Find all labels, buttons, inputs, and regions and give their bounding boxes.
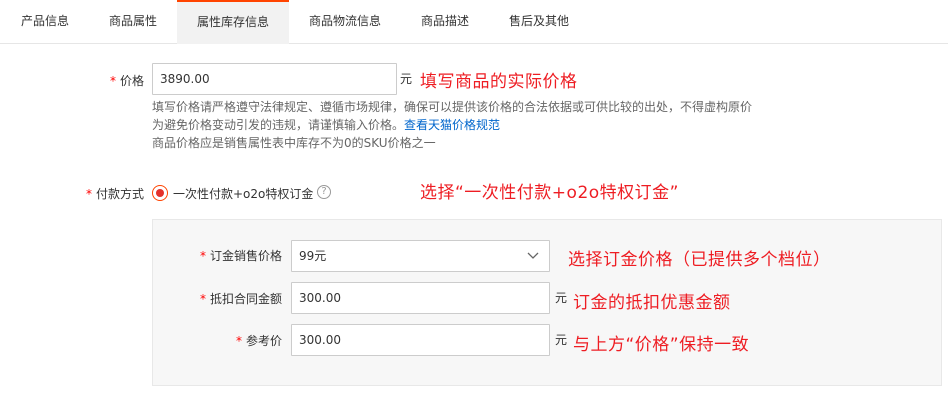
deposit-price-select[interactable]: 99元	[291, 240, 550, 272]
required-mark: *	[109, 74, 116, 88]
payment-method-label: * 付款方式	[85, 187, 144, 201]
reference-price-unit: 元	[555, 333, 568, 347]
price-input[interactable]: 3890.00	[152, 63, 397, 95]
payment-option-label[interactable]: 一次性付款+o2o特权订金	[173, 185, 313, 202]
reference-price-annotation: 与上方“价格”保持一致	[573, 335, 750, 355]
tab-after-sales[interactable]: 售后及其他	[489, 0, 589, 43]
chevron-down-icon	[527, 241, 539, 282]
required-mark: *	[235, 334, 242, 348]
payment-radio[interactable]	[152, 185, 168, 201]
tab-attribute-inventory[interactable]: 属性库存信息	[177, 0, 289, 44]
price-annotation: 填写商品的实际价格	[420, 72, 578, 92]
required-mark: *	[199, 292, 206, 306]
deposit-price-label: * 订金销售价格	[199, 249, 282, 263]
contract-amount-input[interactable]: 300.00	[291, 282, 550, 314]
contract-amount-annotation: 订金的抵扣优惠金额	[573, 293, 731, 313]
tab-product-info[interactable]: 产品信息	[0, 0, 90, 43]
price-rules-link[interactable]: 查看天猫价格规范	[404, 118, 500, 132]
price-help-line-3: 商品价格应是销售属性表中库存不为0的SKU价格之一	[152, 136, 436, 150]
reference-price-label: * 参考价	[235, 334, 282, 348]
reference-price-input[interactable]: 300.00	[291, 324, 550, 356]
tab-bar: 产品信息 商品属性 属性库存信息 商品物流信息 商品描述 售后及其他	[0, 0, 948, 44]
contract-amount-unit: 元	[555, 291, 568, 305]
tab-logistics-info[interactable]: 商品物流信息	[289, 0, 401, 43]
price-unit: 元	[400, 72, 413, 86]
deposit-price-annotation: 选择订金价格（已提供多个档位）	[568, 250, 831, 270]
price-label: * 价格	[109, 74, 144, 88]
required-mark: *	[85, 187, 92, 201]
contract-amount-label: * 抵扣合同金额	[199, 292, 282, 306]
price-help-line-2: 为避免价格变动引发的违规，请谨慎输入价格。查看天猫价格规范	[152, 118, 501, 132]
price-help-line-1: 填写价格请严格遵守法律规定、遵循市场规律，确保可以提供该价格的合法依据或可供比较…	[152, 100, 753, 114]
required-mark: *	[199, 249, 206, 263]
question-circle-icon[interactable]: ?	[317, 185, 331, 199]
payment-annotation: 选择“一次性付款+o2o特权订金”	[420, 183, 679, 203]
tab-product-description[interactable]: 商品描述	[401, 0, 489, 43]
tab-product-attributes[interactable]: 商品属性	[90, 0, 176, 43]
